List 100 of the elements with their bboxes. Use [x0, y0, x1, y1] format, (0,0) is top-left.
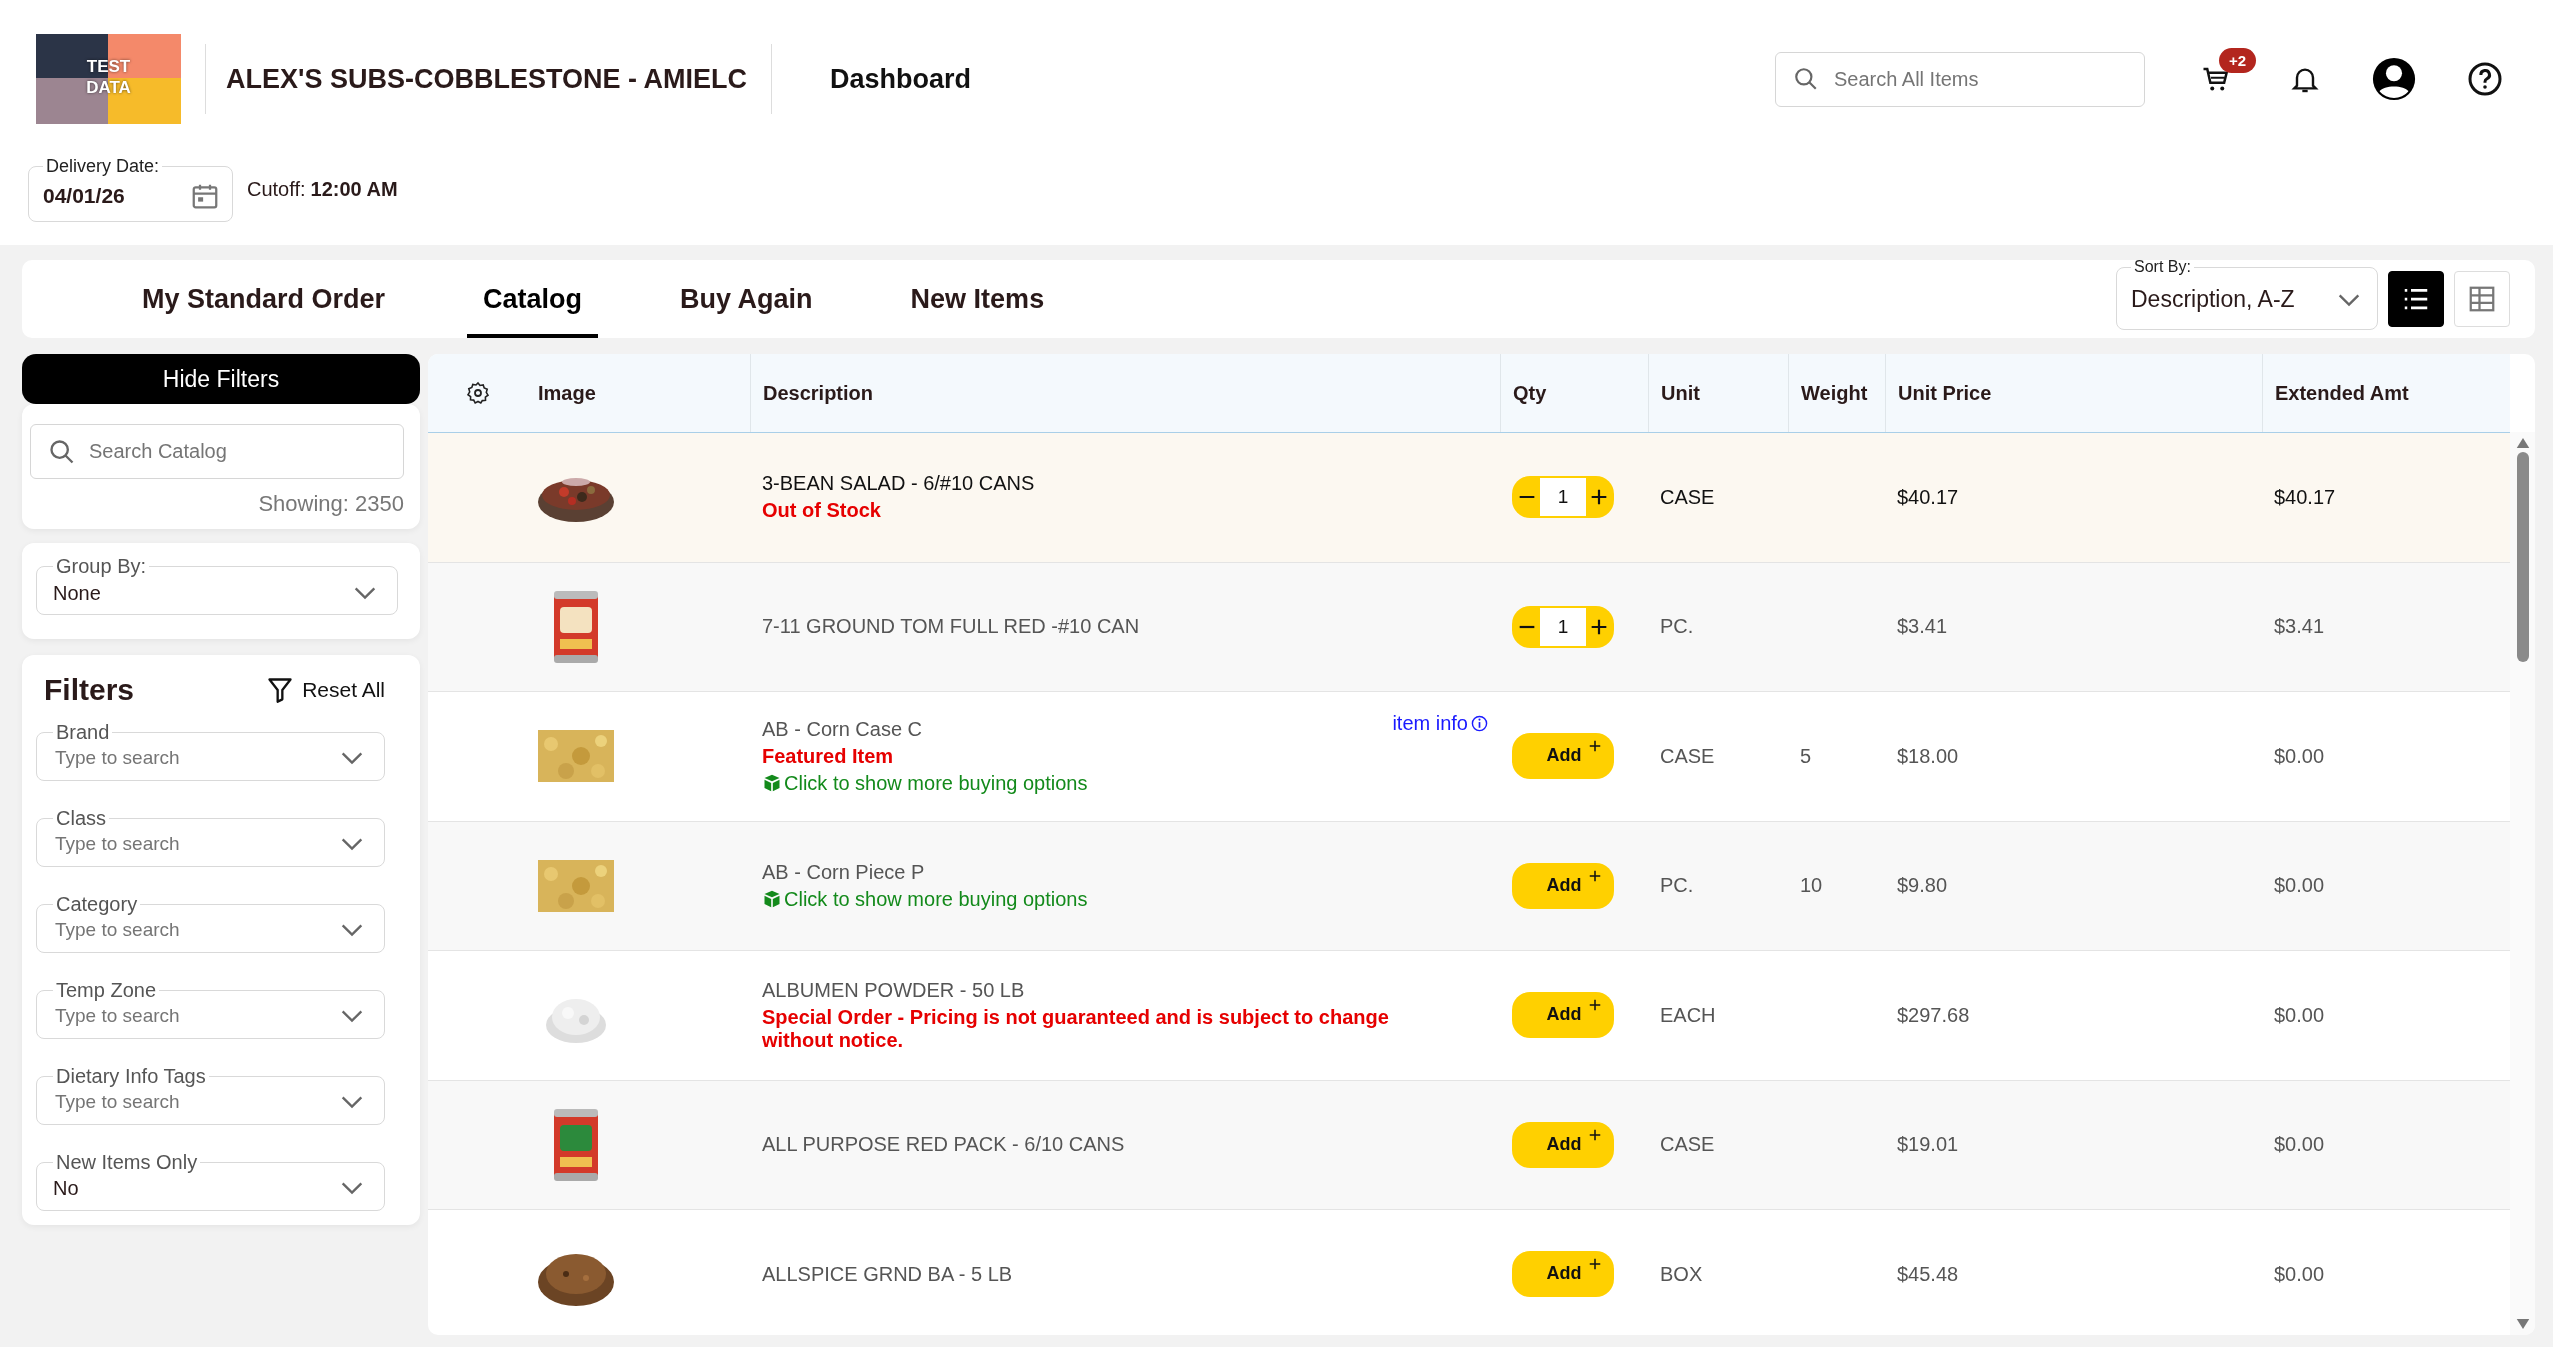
info-icon — [1471, 715, 1488, 732]
add-button[interactable]: Add — [1512, 1121, 1614, 1168]
column-header: Extended Amt — [2275, 381, 2409, 405]
tab[interactable]: My Standard Order — [126, 260, 402, 338]
field-label: Sort By: — [2133, 258, 2192, 276]
column-header: Unit Price — [1898, 381, 1992, 405]
filter-input[interactable]: Type to search — [53, 918, 338, 942]
buying-options-link[interactable]: Click to show more buying options — [762, 887, 1088, 911]
table-row[interactable]: 7-11 GROUND TOM FULL RED -#10 CAN 1 PC. $3.41 $3.41 — [428, 562, 2510, 692]
logo-text: DATA — [86, 77, 131, 98]
scroll-thumb[interactable] — [2516, 452, 2529, 662]
help-icon[interactable] — [2467, 61, 2503, 97]
filter-input[interactable]: Type to search — [53, 832, 338, 856]
box-icon — [762, 773, 782, 794]
table-row[interactable]: ALBUMEN POWDER - 50 LB Special Order - Pricing is not guaranteed and is subject to change without notice. Add EACH $297.68 $0.00 — [428, 951, 2510, 1081]
extended-amount-cell: $40.17 — [2274, 485, 2336, 509]
date-value: 04/01/26 — [43, 184, 125, 208]
alert-text: Out of Stock — [762, 499, 882, 523]
column-header: Unit — [1661, 381, 1700, 405]
tab[interactable]: New Items — [894, 260, 1061, 338]
item-description: ALBUMEN POWDER - 50 LB — [762, 978, 1026, 1002]
buying-options-link[interactable]: Click to show more buying options — [762, 771, 1088, 795]
search-field[interactable]: Search All Items — [1775, 51, 2145, 107]
add-button[interactable]: Add — [1512, 733, 1614, 780]
field-label: New Items Only — [55, 1151, 199, 1174]
tab[interactable]: Buy Again — [664, 260, 829, 338]
avatar-icon[interactable] — [2371, 56, 2417, 102]
unit-cell: CASE — [1660, 1133, 1715, 1157]
filter-dropdown[interactable]: Dietary Info Tags Type to search — [36, 1065, 385, 1125]
add-button[interactable]: Add — [1512, 992, 1614, 1039]
extended-amount-cell: $0.00 — [2274, 1133, 2325, 1157]
settings-icon[interactable] — [466, 381, 490, 405]
grid-view-button[interactable] — [2454, 271, 2510, 327]
delivery-date-field[interactable]: Delivery Date: 04/01/26 — [28, 156, 233, 222]
field-label: Category — [55, 893, 139, 916]
reset-all-button[interactable]: Reset All — [266, 676, 385, 704]
filter-input[interactable]: Type to search — [53, 1004, 338, 1028]
unit-price-cell: $45.48 — [1897, 1262, 1959, 1286]
filter-dropdown[interactable]: New Items Only No — [36, 1151, 385, 1211]
unit-cell: CASE — [1660, 485, 1715, 509]
tab[interactable]: Catalog — [467, 260, 599, 338]
scroll-down-icon[interactable] — [2515, 1319, 2530, 1329]
filter-dropdown[interactable]: Brand Type to search — [36, 721, 385, 781]
scrollbar[interactable] — [2510, 432, 2535, 1335]
hide-filters-button[interactable]: Hide Filters — [22, 354, 420, 404]
extended-amount-cell: $0.00 — [2274, 1262, 2325, 1286]
unit-cell: PC. — [1660, 615, 1694, 639]
filter-input[interactable]: Type to search — [53, 746, 338, 770]
sort-value: Description, A-Z — [2131, 286, 2295, 313]
field-label: Temp Zone — [55, 979, 158, 1002]
dropdown-value: None — [53, 581, 101, 605]
unit-price-cell: $40.17 — [1897, 485, 1959, 509]
weight-cell: 10 — [1800, 874, 1823, 898]
store-name: ALEX'S SUBS-COBBLESTONE - AMIELC — [226, 63, 747, 95]
unit-cell: PC. — [1660, 874, 1694, 898]
quantity-stepper[interactable]: 1 — [1512, 476, 1614, 519]
unit-cell: EACH — [1660, 1003, 1716, 1027]
extended-amount-cell: $3.41 — [2274, 615, 2325, 639]
field-label: Dietary Info Tags — [55, 1065, 207, 1088]
plus-icon — [1587, 868, 1602, 883]
column-header: Weight — [1801, 381, 1868, 405]
item-description: AB - Corn Case C — [762, 717, 924, 741]
extended-amount-cell: $0.00 — [2274, 874, 2325, 898]
sort-dropdown[interactable]: Sort By: Description, A-Z — [2116, 258, 2378, 330]
list-view-button[interactable] — [2388, 271, 2444, 327]
dashboard-link[interactable]: Dashboard — [829, 63, 971, 95]
alert-text: Special Order - Pricing is not guaranteed and is subject to change without notice. — [762, 1005, 1390, 1052]
logo-drawing[interactable] — [36, 34, 181, 124]
field-label: Class — [55, 807, 107, 830]
search-icon — [48, 437, 76, 466]
column-header: Description — [763, 381, 874, 405]
weight-cell: 5 — [1800, 744, 1812, 768]
table-row[interactable]: AB - Corn Case C Featured Item Click to show more buying options item info Add CASE 5 $18.00 $0.00 — [428, 692, 2510, 822]
add-button[interactable]: Add — [1512, 862, 1614, 909]
add-button[interactable]: Add — [1512, 1251, 1614, 1298]
field-label: Brand — [55, 721, 111, 744]
item-description: 7-11 GROUND TOM FULL RED -#10 CAN — [762, 615, 1140, 639]
unit-price-cell: $19.01 — [1897, 1133, 1959, 1157]
table-row[interactable]: ALL PURPOSE RED PACK - 6/10 CANS Add CASE $19.01 $0.00 — [428, 1080, 2510, 1210]
quantity-value[interactable]: 1 — [1540, 478, 1586, 517]
filter-input[interactable]: Type to search — [53, 1090, 338, 1114]
search-field[interactable]: Search Catalog — [30, 424, 404, 479]
unit-price-cell: $297.68 — [1897, 1003, 1970, 1027]
item-description: ALLSPICE GRND BA - 5 LB — [762, 1262, 1013, 1286]
plus-icon — [1587, 1127, 1602, 1142]
quantity-stepper[interactable]: 1 — [1512, 605, 1614, 648]
filter-dropdown[interactable]: Class Type to search — [36, 807, 385, 867]
plus-icon — [1587, 739, 1602, 754]
search-icon — [1793, 66, 1819, 92]
dropdown-value: No — [53, 1176, 79, 1200]
unit-price-cell: $3.41 — [1897, 615, 1948, 639]
extended-amount-cell: $0.00 — [2274, 1003, 2325, 1027]
grid-icon — [2467, 284, 2497, 314]
plus-icon — [1587, 998, 1602, 1013]
table-row[interactable]: ALLSPICE GRND BA - 5 LB Add BOX $45.48 $0.00 — [428, 1210, 2510, 1335]
scroll-up-icon[interactable] — [2515, 438, 2530, 448]
quantity-value[interactable]: 1 — [1540, 607, 1586, 646]
item-info-link[interactable]: item info — [1392, 712, 1488, 735]
table-row[interactable]: 3-BEAN SALAD - 6/#10 CANS Out of Stock 1 CASE $40.17 $40.17 — [428, 433, 2510, 563]
table-row[interactable]: AB - Corn Piece P Click to show more buying options Add PC. 10 $9.80 $0.00 — [428, 821, 2510, 951]
